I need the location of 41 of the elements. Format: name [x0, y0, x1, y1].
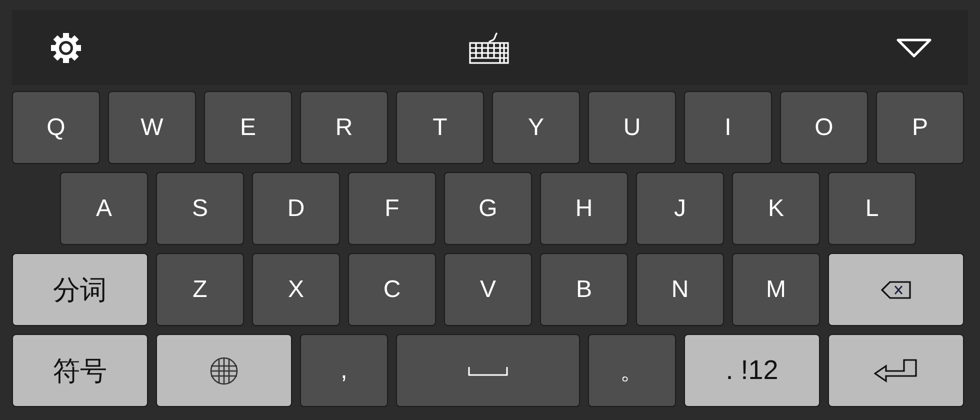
key[interactable]: P — [876, 91, 964, 164]
key[interactable]: U — [588, 91, 676, 164]
key[interactable]: V — [444, 253, 532, 326]
key[interactable]: E — [204, 91, 292, 164]
collapse-icon[interactable] — [896, 38, 932, 58]
key[interactable]: A — [60, 172, 148, 245]
enter-key[interactable] — [828, 334, 964, 407]
language-key[interactable] — [156, 334, 292, 407]
key[interactable]: K — [732, 172, 820, 245]
function-key[interactable]: . !12 — [684, 334, 820, 407]
key[interactable]: , — [300, 334, 388, 407]
key[interactable]: G — [444, 172, 532, 245]
key[interactable]: Z — [156, 253, 244, 326]
globe-icon — [209, 356, 239, 386]
key[interactable]: I — [684, 91, 772, 164]
key[interactable]: 。 — [588, 334, 676, 407]
key[interactable]: B — [540, 253, 628, 326]
key[interactable]: X — [252, 253, 340, 326]
key[interactable]: S — [156, 172, 244, 245]
key[interactable]: C — [348, 253, 436, 326]
key[interactable]: W — [108, 91, 196, 164]
keyboard-icon[interactable] — [469, 32, 509, 64]
enter-icon — [874, 358, 918, 382]
backspace-icon — [881, 280, 911, 298]
key[interactable]: Y — [492, 91, 580, 164]
key[interactable]: L — [828, 172, 916, 245]
key[interactable]: R — [300, 91, 388, 164]
function-key[interactable]: 分词 — [12, 253, 148, 326]
key[interactable]: T — [396, 91, 484, 164]
key[interactable]: H — [540, 172, 628, 245]
function-key[interactable]: 符号 — [12, 334, 148, 407]
key[interactable]: F — [348, 172, 436, 245]
key[interactable]: N — [636, 253, 724, 326]
backspace-key[interactable] — [828, 253, 964, 326]
space-bar-icon — [468, 366, 508, 376]
key[interactable]: J — [636, 172, 724, 245]
key[interactable]: M — [732, 253, 820, 326]
key[interactable]: Q — [12, 91, 100, 164]
key[interactable]: D — [252, 172, 340, 245]
settings-icon[interactable] — [50, 32, 82, 64]
key[interactable]: O — [780, 91, 868, 164]
